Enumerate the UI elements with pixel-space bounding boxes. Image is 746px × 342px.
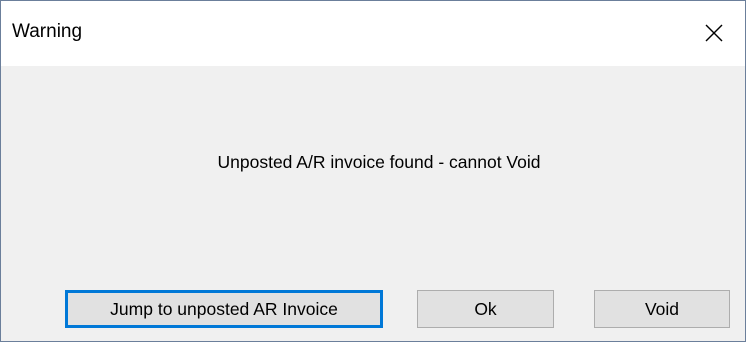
close-icon <box>705 24 723 42</box>
ok-button-label: Ok <box>474 298 497 319</box>
close-button[interactable] <box>689 9 739 57</box>
void-button-label: Void <box>644 298 680 319</box>
jump-button-label: Jump to unposted AR Invoice <box>110 298 338 319</box>
title-bar: Warning <box>1 1 745 66</box>
warning-message: Unposted A/R invoice found - cannot Void <box>217 152 541 172</box>
jump-to-invoice-button[interactable]: Jump to unposted AR Invoice <box>65 290 383 328</box>
void-button[interactable]: Void <box>594 290 730 328</box>
dialog-title: Warning <box>12 21 83 42</box>
dialog-body: Unposted A/R invoice found - cannot Void… <box>1 66 745 341</box>
ok-button[interactable]: Ok <box>417 290 554 328</box>
warning-dialog: Warning Unposted A/R invoice found - can… <box>0 0 746 342</box>
